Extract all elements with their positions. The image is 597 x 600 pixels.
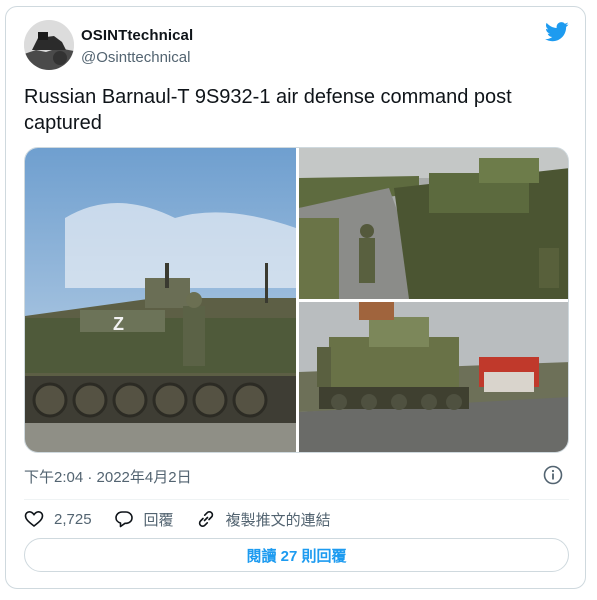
twitter-bird-icon[interactable]	[545, 22, 569, 42]
divider	[24, 499, 569, 500]
armored-vehicle-photo: Z	[25, 148, 296, 452]
reply-label: 回覆	[143, 511, 174, 529]
reply-button[interactable]: 回覆	[114, 509, 174, 530]
media-photo-3[interactable]	[299, 302, 568, 452]
like-button[interactable]: 2,725	[24, 509, 92, 529]
tweet-text: Russian Barnaul-T 9S932-1 air defense co…	[24, 86, 512, 134]
media-photo-2[interactable]	[299, 148, 568, 299]
link-icon	[198, 511, 213, 527]
copy-link-label: 複製推文的連結	[225, 511, 331, 529]
tweet-media-grid[interactable]: Z	[24, 147, 569, 453]
tweet-card: OSINTtechnical @Osinttechnical Russian B…	[5, 6, 586, 589]
media-photo-1[interactable]: Z	[25, 148, 296, 452]
z-marking: Z	[113, 314, 124, 334]
avatar[interactable]	[24, 20, 74, 70]
tweet-actions: 2,725 回覆 複製推文的連結	[24, 507, 353, 531]
read-replies-button[interactable]: 閱讀 27 則回覆	[24, 538, 569, 572]
heart-icon	[24, 510, 44, 528]
author-display-name[interactable]: OSINTtechnical	[81, 27, 193, 44]
armored-vehicle-village-photo	[299, 302, 568, 452]
author-handle[interactable]: @Osinttechnical	[81, 49, 190, 66]
copy-link-button[interactable]: 複製推文的連結	[196, 509, 331, 530]
reply-icon	[114, 511, 133, 528]
info-icon[interactable]	[543, 465, 563, 485]
tweet-timestamp[interactable]: 下午2:04 · 2022年4月2日	[24, 466, 192, 487]
avatar-image	[24, 20, 74, 70]
armored-vehicle-road-photo	[299, 148, 568, 299]
likes-count: 2,725	[54, 510, 92, 528]
